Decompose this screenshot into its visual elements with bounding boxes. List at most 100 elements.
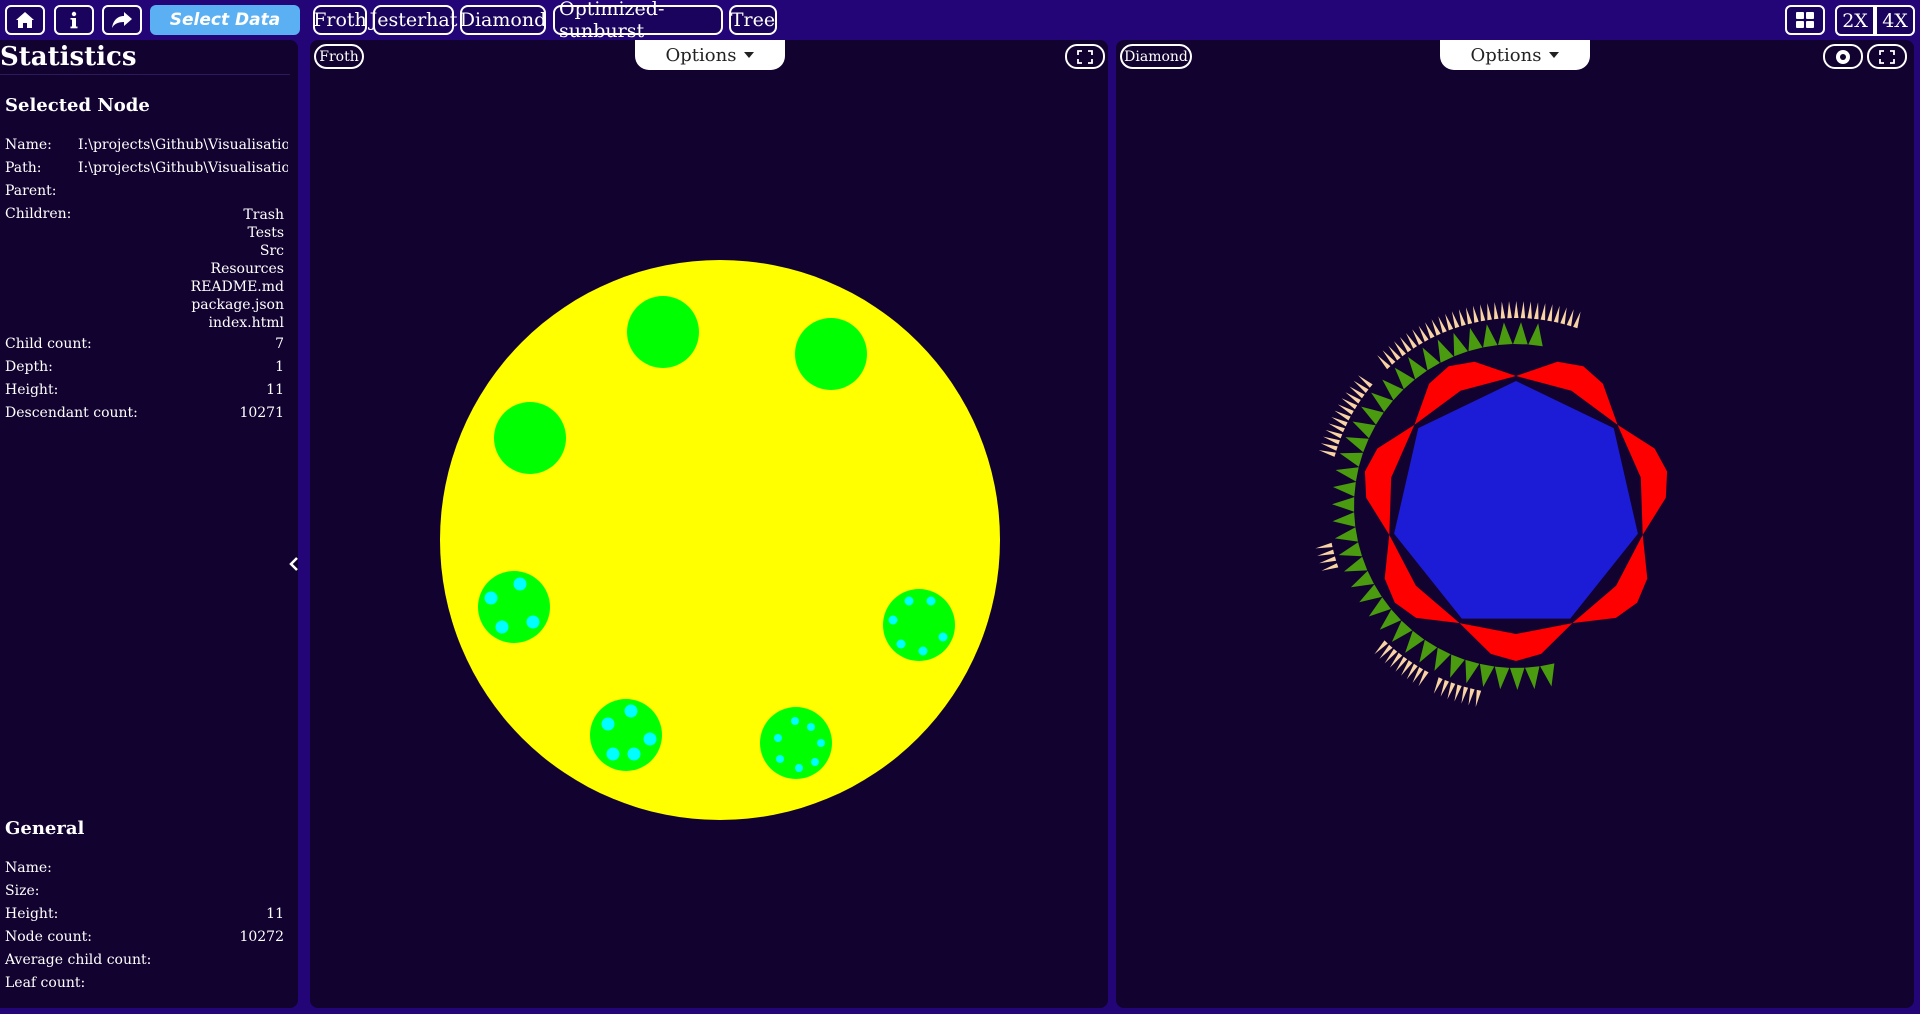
diamond-outer-node[interactable]	[1315, 542, 1333, 549]
diamond-middle-node[interactable]	[1391, 620, 1413, 642]
diamond-middle-node[interactable]	[1359, 584, 1382, 603]
diamond-outer-node[interactable]	[1520, 301, 1526, 319]
diamond-outer-node[interactable]	[1573, 311, 1581, 329]
diamond-middle-node[interactable]	[1382, 379, 1404, 401]
vis-button-diamond[interactable]: Diamond	[460, 5, 546, 35]
diamond-outer-node[interactable]	[1540, 303, 1546, 321]
diamond-outer-node[interactable]	[1317, 549, 1335, 556]
diamond-middle-node[interactable]	[1408, 357, 1427, 380]
diamond-middle-node[interactable]	[1334, 527, 1358, 542]
diamond-outer-node[interactable]	[1560, 307, 1567, 325]
zoom-2x-button[interactable]: 2X	[1835, 5, 1875, 36]
froth-visualization[interactable]	[310, 40, 1108, 1008]
diamond-outer-node[interactable]	[1318, 450, 1336, 457]
diamond-outer-node[interactable]	[1527, 301, 1532, 319]
diamond-outer-node[interactable]	[1566, 309, 1574, 327]
zoom-4x-button[interactable]: 4X	[1875, 5, 1915, 36]
froth-child-node[interactable]	[627, 296, 699, 368]
diamond-outer-node[interactable]	[1480, 304, 1486, 322]
froth-child-node[interactable]	[494, 402, 566, 474]
diamond-visualization[interactable]	[1116, 40, 1914, 1008]
diamond-middle-node[interactable]	[1483, 324, 1498, 348]
diamond-outer-node[interactable]	[1320, 443, 1338, 451]
diamond-middle-node[interactable]	[1344, 556, 1368, 572]
froth-options-dropdown[interactable]: Options	[635, 40, 785, 70]
diamond-outer-node[interactable]	[1553, 305, 1560, 323]
diamond-middle-node[interactable]	[1465, 659, 1480, 684]
diamond-outer-node[interactable]	[1451, 311, 1460, 329]
diamond-outer-node[interactable]	[1487, 303, 1492, 321]
diamond-middle-node[interactable]	[1540, 663, 1555, 687]
diamond-outer-node[interactable]	[1465, 307, 1473, 325]
diamond-outer-node[interactable]	[1534, 302, 1539, 320]
diamond-outer-node[interactable]	[1323, 436, 1340, 445]
diamond-middle-node[interactable]	[1494, 666, 1510, 690]
diamond-middle-node[interactable]	[1394, 367, 1415, 390]
diamond-outer-node[interactable]	[1454, 684, 1462, 702]
diamond-middle-node[interactable]	[1450, 654, 1465, 678]
diamond-outer-node[interactable]	[1500, 301, 1506, 319]
diamond-middle-node[interactable]	[1332, 512, 1356, 527]
diamond-middle-node[interactable]	[1345, 437, 1369, 453]
diamond-middle-node[interactable]	[1468, 327, 1483, 352]
diamond-middle-node[interactable]	[1333, 482, 1356, 497]
diamond-outer-node[interactable]	[1433, 677, 1443, 694]
diamond-middle-node[interactable]	[1453, 332, 1468, 357]
froth-child-node[interactable]	[883, 589, 955, 661]
diamond-outer-node[interactable]	[1461, 686, 1469, 704]
froth-child-node[interactable]	[478, 571, 550, 643]
diamond-root-node[interactable]	[1394, 381, 1638, 619]
diamond-outer-node[interactable]	[1445, 313, 1454, 331]
diamond-middle-node[interactable]	[1513, 322, 1528, 345]
diamond-outer-node[interactable]	[1447, 682, 1456, 700]
diamond-middle-node[interactable]	[1379, 609, 1402, 630]
diamond-outer-node[interactable]	[1475, 689, 1482, 707]
diamond-inner-node[interactable]	[1459, 623, 1573, 661]
collapse-panel-button[interactable]	[287, 554, 301, 574]
diamond-middle-node[interactable]	[1371, 392, 1393, 412]
diamond-middle-node[interactable]	[1498, 322, 1513, 345]
diamond-middle-node[interactable]	[1437, 339, 1454, 363]
diamond-outer-node[interactable]	[1458, 309, 1466, 327]
info-button[interactable]	[54, 5, 94, 35]
diamond-outer-node[interactable]	[1438, 316, 1447, 333]
vis-button-tree[interactable]: Tree	[729, 5, 777, 35]
diamond-outer-node[interactable]	[1468, 688, 1475, 706]
froth-child-node[interactable]	[795, 318, 867, 390]
diamond-outer-node[interactable]	[1514, 301, 1519, 318]
diamond-outer-node[interactable]	[1325, 430, 1343, 439]
diamond-outer-node[interactable]	[1425, 322, 1435, 339]
diamond-middle-node[interactable]	[1422, 347, 1441, 371]
diamond-middle-node[interactable]	[1528, 323, 1543, 347]
diamond-middle-node[interactable]	[1368, 597, 1391, 617]
select-data-button[interactable]: Select Data	[150, 5, 300, 35]
vis-button-froth[interactable]: Froth	[313, 5, 367, 35]
diamond-outer-node[interactable]	[1319, 556, 1337, 564]
diamond-middle-node[interactable]	[1335, 467, 1359, 482]
diamond-middle-node[interactable]	[1352, 421, 1376, 439]
home-button[interactable]	[5, 5, 45, 35]
diamond-middle-node[interactable]	[1339, 452, 1363, 467]
diamond-middle-node[interactable]	[1405, 630, 1425, 653]
vis-button-jesterhat[interactable]: Jesterhat	[370, 5, 457, 35]
diamond-middle-node[interactable]	[1479, 663, 1495, 687]
diamond-middle-node[interactable]	[1434, 647, 1451, 671]
diamond-middle-node[interactable]	[1361, 406, 1384, 425]
froth-panel-tag[interactable]: Froth	[314, 44, 364, 69]
diamond-outer-node[interactable]	[1440, 680, 1449, 697]
diamond-middle-node[interactable]	[1332, 497, 1355, 512]
diamond-middle-node[interactable]	[1338, 542, 1362, 557]
diamond-middle-node[interactable]	[1509, 667, 1525, 690]
layout-button[interactable]	[1785, 5, 1825, 35]
diamond-outer-node[interactable]	[1507, 301, 1512, 319]
diamond-outer-node[interactable]	[1547, 304, 1553, 322]
diamond-outer-node[interactable]	[1328, 423, 1345, 433]
froth-child-node[interactable]	[590, 699, 662, 771]
diamond-middle-node[interactable]	[1419, 639, 1438, 663]
froth-root-node[interactable]	[440, 260, 1000, 820]
diamond-outer-node[interactable]	[1431, 319, 1441, 336]
diamond-middle-node[interactable]	[1525, 666, 1540, 690]
froth-child-node[interactable]	[760, 707, 832, 779]
diamond-outer-node[interactable]	[1473, 305, 1479, 323]
diamond-outer-node[interactable]	[1321, 563, 1339, 571]
